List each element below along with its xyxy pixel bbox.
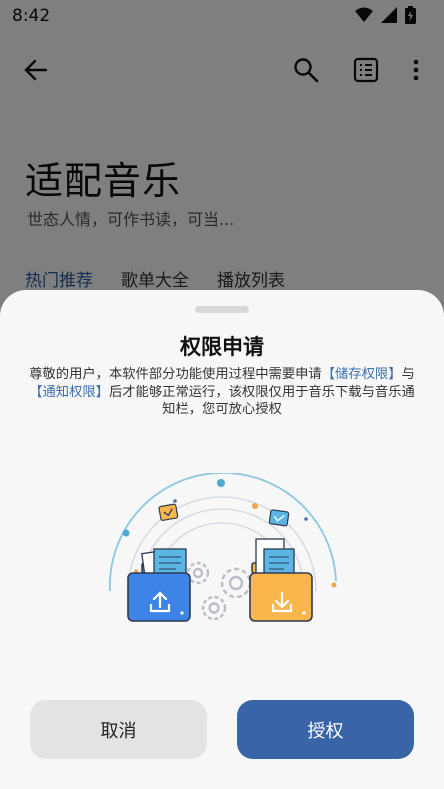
permission-illustration [109, 473, 337, 622]
notify-permission-link: 【通知权限】 [29, 384, 109, 400]
gears [186, 561, 252, 621]
desc-part-1: 尊敬的用户，本软件部分功能使用过程中需要申请 [29, 367, 322, 382]
permission-sheet: 权限申请 尊敬的用户，本软件部分功能使用过程中需要申请【储存权限】与【通知权限】… [0, 290, 444, 789]
sheet-title: 权限申请 [180, 335, 264, 359]
download-folder [249, 538, 313, 622]
storage-permission-link: 【储存权限】 [321, 367, 402, 382]
grant-button[interactable]: 授权 [237, 700, 414, 759]
upload-folder [127, 548, 191, 622]
desc-part-3: 后才能够正常运行，该权限仅用于音乐下载与音乐通知栏，您可放心授权 [108, 384, 415, 418]
floating-card-orange [158, 503, 179, 521]
desc-part-2: 与 [401, 367, 415, 382]
cancel-button[interactable]: 取消 [30, 700, 207, 759]
sheet-description: 尊敬的用户，本软件部分功能使用过程中需要申请【储存权限】与【通知权限】后才能够正… [28, 366, 416, 419]
floating-card-blue [268, 509, 290, 527]
drag-handle[interactable] [195, 306, 249, 313]
